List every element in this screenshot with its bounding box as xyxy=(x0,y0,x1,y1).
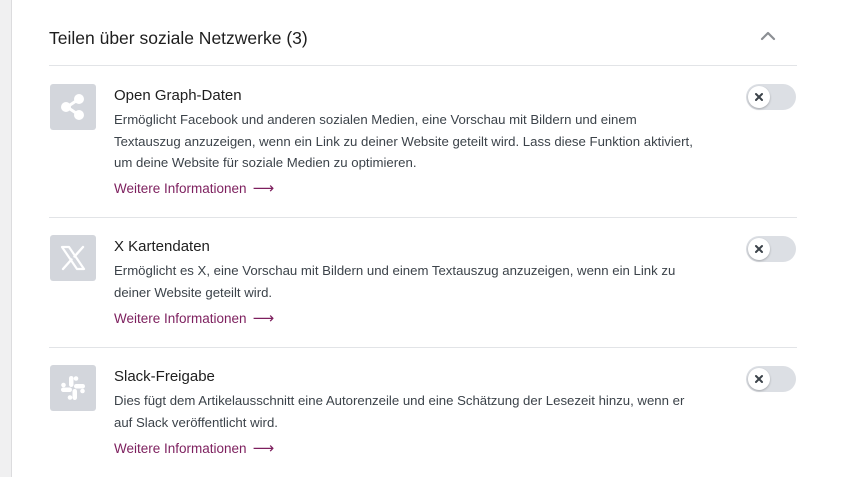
section-header: Teilen über soziale Netzwerke (3) xyxy=(49,0,797,66)
arrow-right-icon: ⟶ xyxy=(252,310,275,327)
more-info-link[interactable]: Weitere Informationen ⟶ xyxy=(114,181,274,196)
feature-slack: Slack-Freigabe Dies fügt dem Artikelauss… xyxy=(49,348,797,477)
more-info-label: Weitere Informationen xyxy=(114,181,247,196)
close-icon xyxy=(755,245,763,253)
feature-description: Dies fügt dem Artikelausschnitt eine Aut… xyxy=(114,393,685,430)
feature-open-graph: Open Graph-Daten Ermöglicht Facebook und… xyxy=(49,66,797,218)
toggle-knob xyxy=(748,86,770,108)
open-graph-toggle[interactable] xyxy=(746,84,796,110)
chevron-up-icon xyxy=(760,31,776,41)
slack-toggle[interactable] xyxy=(746,366,796,392)
more-info-link[interactable]: Weitere Informationen ⟶ xyxy=(114,311,274,326)
arrow-right-icon: ⟶ xyxy=(252,440,275,457)
more-info-link[interactable]: Weitere Informationen ⟶ xyxy=(114,441,274,456)
close-icon xyxy=(755,375,763,383)
feature-description: Ermöglicht es X, eine Vorschau mit Bilde… xyxy=(114,263,676,300)
feature-description: Ermöglicht Facebook und anderen sozialen… xyxy=(114,112,693,170)
section-title: Teilen über soziale Netzwerke (3) xyxy=(49,28,308,48)
feature-title: Open Graph-Daten xyxy=(114,87,242,104)
toggle-knob xyxy=(748,238,770,260)
feature-title: Slack-Freigabe xyxy=(114,368,215,385)
toggle-knob xyxy=(748,368,770,390)
collapse-button[interactable] xyxy=(756,24,780,48)
feature-title: X Kartendaten xyxy=(114,238,210,255)
arrow-right-icon: ⟶ xyxy=(252,180,275,197)
social-sharing-panel: Teilen über soziale Netzwerke (3) Open G… xyxy=(11,0,846,477)
feature-x-cards: X Kartendaten Ermöglicht es X, eine Vors… xyxy=(49,218,797,348)
more-info-label: Weitere Informationen xyxy=(114,441,247,456)
x-logo-icon xyxy=(50,235,96,281)
close-icon xyxy=(755,93,763,101)
more-info-label: Weitere Informationen xyxy=(114,311,247,326)
slack-icon xyxy=(50,365,96,411)
x-cards-toggle[interactable] xyxy=(746,236,796,262)
share-icon xyxy=(50,84,96,130)
